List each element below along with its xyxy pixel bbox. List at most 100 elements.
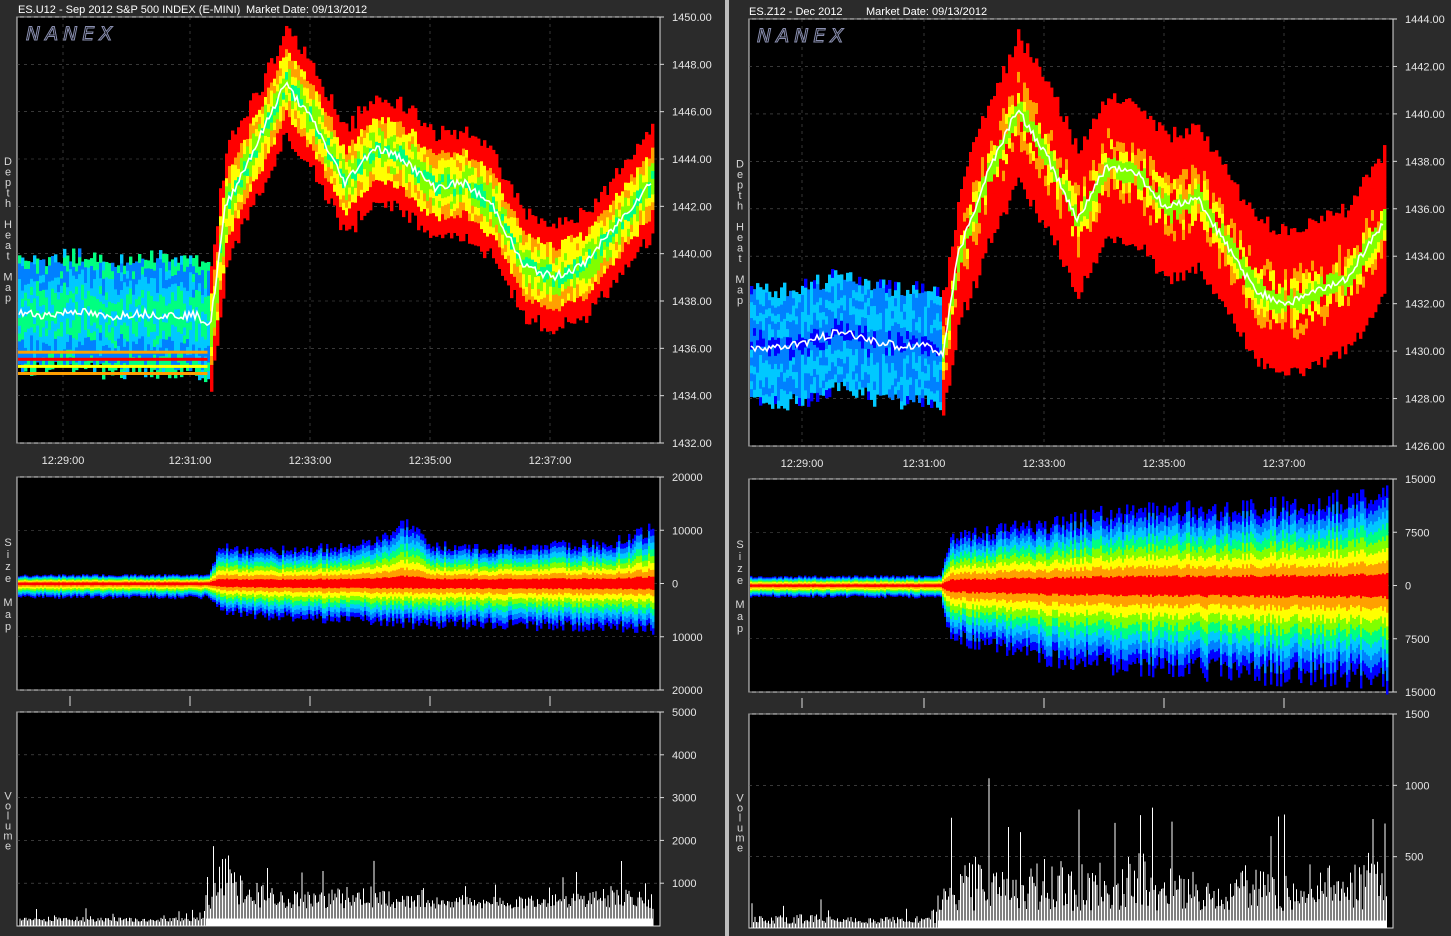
heat-cell <box>471 158 475 168</box>
heat-cell <box>558 233 562 242</box>
heat-cell <box>111 334 115 344</box>
heat-cell <box>402 134 406 143</box>
heat-cell <box>303 54 307 64</box>
heat-cell <box>288 52 292 61</box>
heat-cell <box>294 35 298 45</box>
heat-cell <box>183 335 187 344</box>
heat-cell <box>219 307 223 318</box>
heat-cell <box>351 201 355 211</box>
heat-cell <box>630 195 634 204</box>
heat-cell <box>153 323 157 332</box>
heat-cell <box>555 242 559 251</box>
heat-cell <box>516 193 520 202</box>
heat-cell <box>126 278 130 287</box>
heat-cell <box>411 204 415 213</box>
heat-cell <box>201 336 205 345</box>
heat-cell <box>201 261 205 271</box>
heat-cell <box>621 259 625 268</box>
heat-cell <box>546 226 550 235</box>
heat-cell <box>378 97 382 106</box>
heat-cell <box>630 217 634 225</box>
heat-cell <box>453 144 457 153</box>
heat-cell <box>366 183 370 192</box>
heat-cell <box>285 109 289 118</box>
heat-cell <box>18 263 22 272</box>
heat-cell <box>138 363 142 373</box>
heat-cell <box>18 278 22 287</box>
heat-cell <box>300 61 304 70</box>
heat-cell <box>102 370 106 380</box>
heat-cell <box>30 278 34 287</box>
heat-cell <box>405 196 409 204</box>
heat-cell <box>531 303 535 312</box>
heat-cell <box>528 249 532 259</box>
heat-cell <box>189 271 193 281</box>
heat-cell <box>327 100 331 109</box>
heat-cell <box>366 205 370 213</box>
heat-cell <box>246 168 250 176</box>
heat-cell <box>222 239 226 249</box>
heat-cell <box>267 78 271 88</box>
heat-cell <box>531 288 535 297</box>
heat-cell <box>303 87 307 96</box>
heat-cell <box>18 340 22 350</box>
heat-cell <box>396 180 400 189</box>
heat-cell <box>372 166 376 175</box>
heat-cell <box>243 146 247 155</box>
heat-cell <box>483 207 487 217</box>
heat-cell <box>282 64 286 72</box>
heat-cell <box>267 120 271 129</box>
heat-cell <box>159 311 163 322</box>
heat-cell <box>228 225 232 235</box>
heat-cell <box>363 168 367 177</box>
heat-cell <box>630 188 634 196</box>
heat-cell <box>474 175 478 184</box>
heat-cell <box>99 293 103 302</box>
heat-cell <box>531 229 535 238</box>
heat-cell <box>345 199 349 208</box>
heat-cell <box>165 288 169 298</box>
heat-cell <box>603 217 607 227</box>
heat-cell <box>258 187 262 196</box>
heat-cell <box>345 146 349 155</box>
heat-cell <box>354 180 358 188</box>
heat-cell <box>300 128 304 137</box>
heat-cell <box>180 324 184 334</box>
heat-cell <box>633 235 637 244</box>
heat-cell <box>171 324 175 333</box>
heat-cell <box>183 271 187 280</box>
heat-cell <box>555 323 559 331</box>
heat-cell <box>558 217 562 226</box>
heat-cell <box>348 138 352 146</box>
heat-cell <box>543 228 547 237</box>
heat-cell <box>201 319 205 329</box>
heat-cell <box>300 113 304 122</box>
heat-cell <box>117 279 121 288</box>
heat-cell <box>285 25 289 34</box>
heat-cell <box>510 208 514 218</box>
heat-cell <box>333 198 337 206</box>
heat-cell <box>450 223 454 232</box>
heat-cell <box>231 206 235 215</box>
heat-cell <box>459 131 463 140</box>
heat-cell <box>483 215 487 225</box>
heat-cell <box>567 242 571 251</box>
heat-cell <box>312 157 316 166</box>
heat-cell <box>615 168 619 177</box>
heat-cell <box>126 325 130 334</box>
heat-cell <box>162 321 166 331</box>
heat-cell <box>330 94 334 103</box>
heat-cell <box>372 125 376 133</box>
heat-cell <box>66 263 70 272</box>
heat-cell <box>288 28 292 37</box>
heat-cell <box>177 339 181 348</box>
heat-cell <box>159 276 163 286</box>
heat-cell <box>318 146 322 155</box>
heat-cell <box>600 269 604 278</box>
heat-cell <box>636 220 640 230</box>
heat-cell <box>396 106 400 115</box>
y-tick-label: 1432.00 <box>672 438 712 450</box>
heat-cell <box>60 278 64 286</box>
heat-cell <box>252 101 256 110</box>
heat-cell <box>90 280 94 289</box>
